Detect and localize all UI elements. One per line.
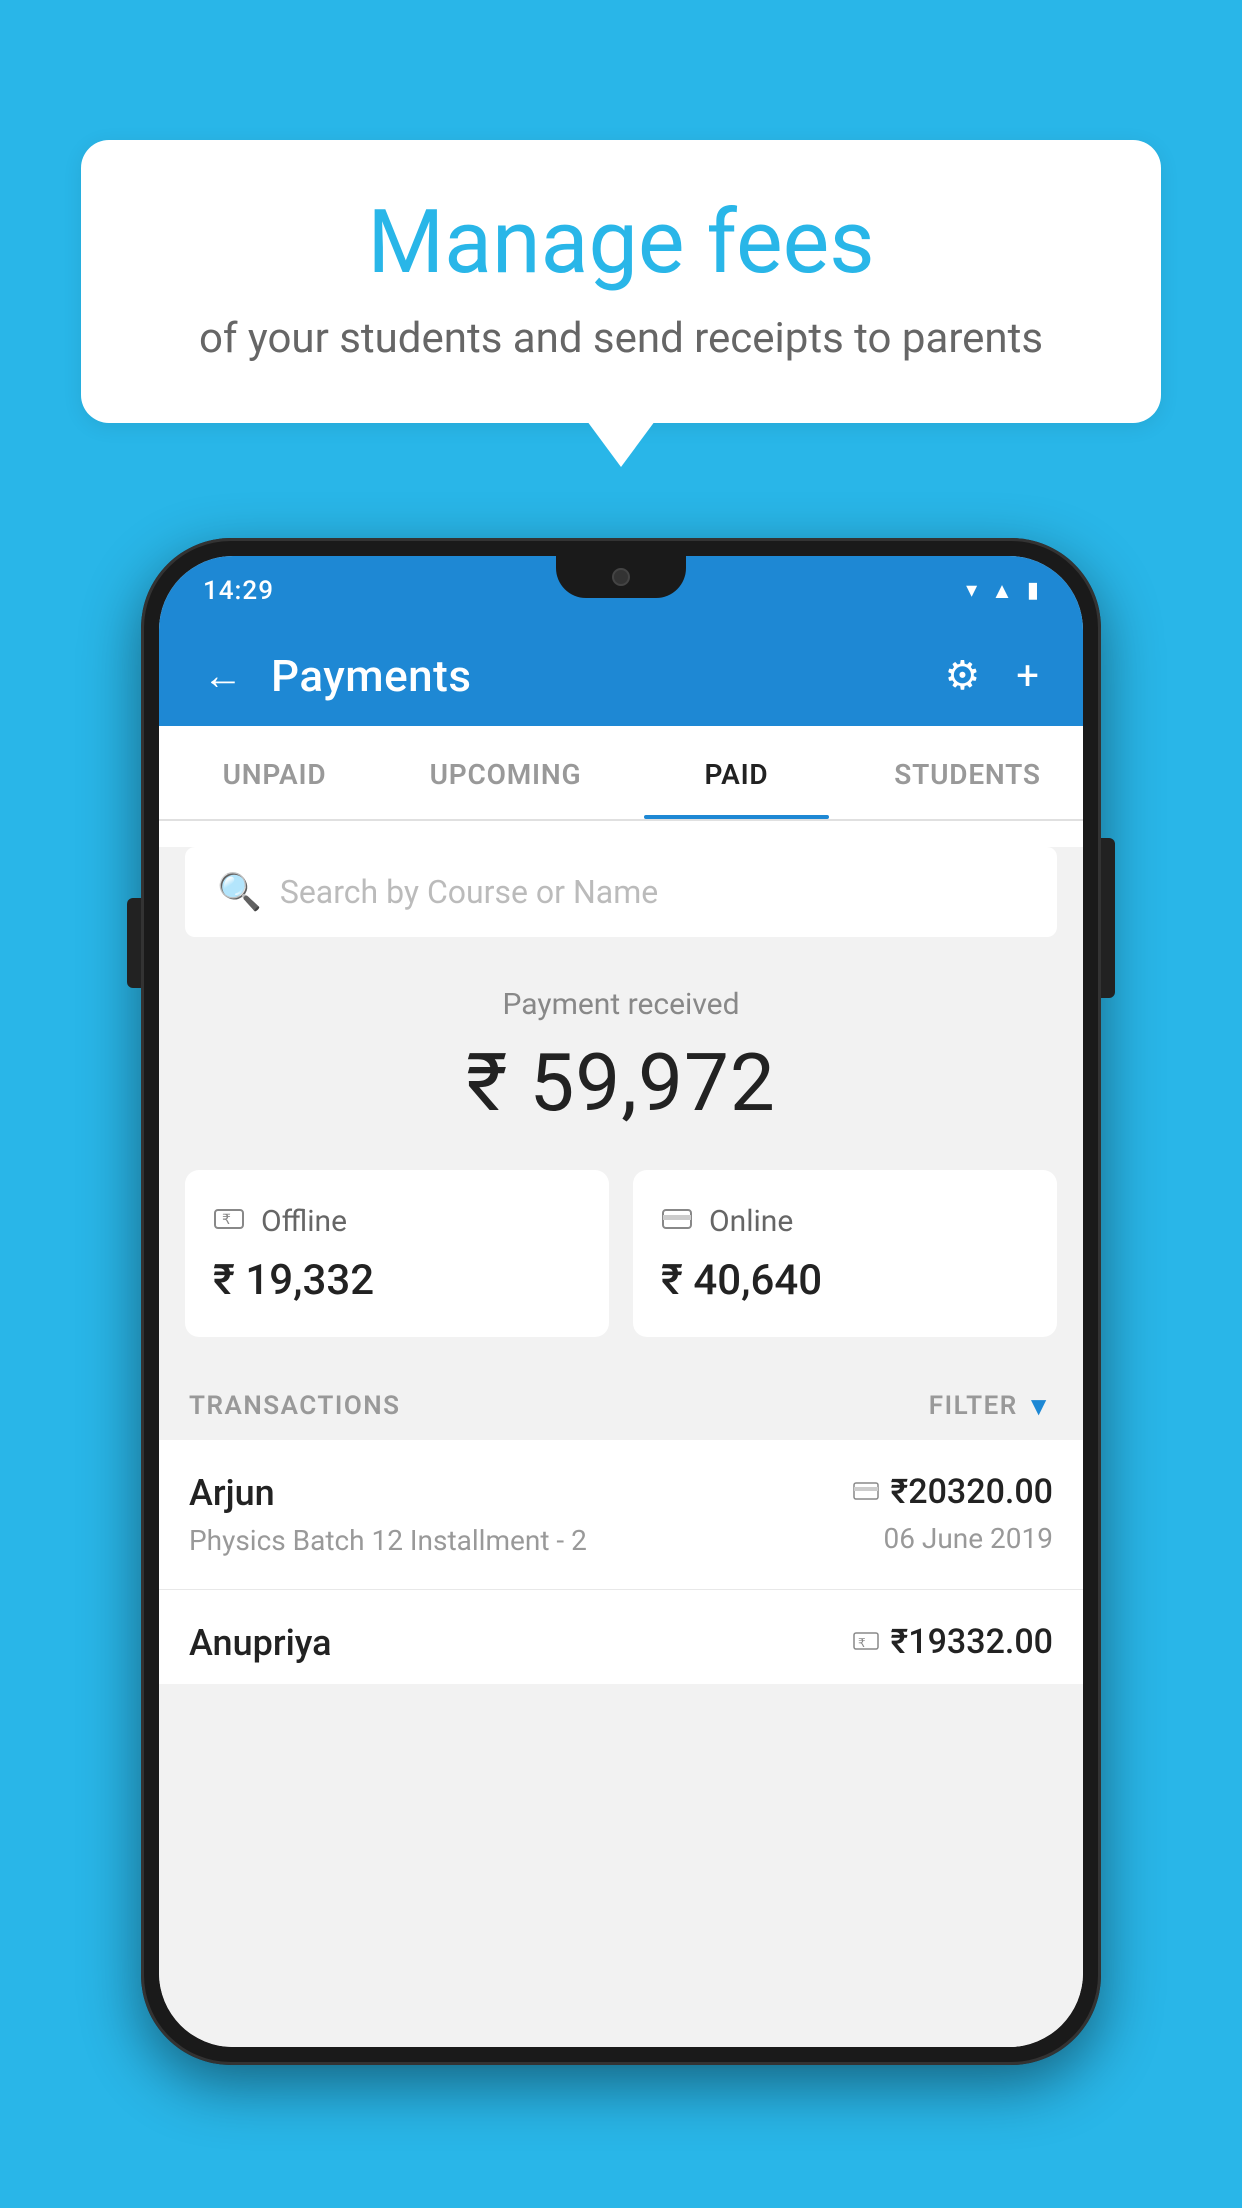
camera <box>612 568 630 586</box>
phone-wrapper: 14:29 ▾ ▲ ▮ ← Payments ⚙ + UNPAID <box>131 538 1111 2065</box>
online-card-top: Online <box>661 1202 1029 1242</box>
app-header: ← Payments ⚙ + <box>159 626 1083 726</box>
notch <box>556 556 686 598</box>
transaction-amount-2: ₹19332.00 <box>891 1622 1053 1662</box>
tab-paid[interactable]: PAID <box>621 726 852 819</box>
bubble-subtitle: of your students and send receipts to pa… <box>151 314 1091 363</box>
transaction-row-partial[interactable]: Anupriya ₹ ₹19332.00 <box>159 1590 1083 1684</box>
payment-received-amount: ₹ 59,972 <box>189 1036 1053 1130</box>
back-button[interactable]: ← <box>203 652 243 699</box>
phone-outer: 14:29 ▾ ▲ ▮ ← Payments ⚙ + UNPAID <box>141 538 1101 2065</box>
filter-button[interactable]: FILTER ▼ <box>929 1391 1053 1422</box>
tabs-bar: UNPAID UPCOMING PAID STUDENTS <box>159 726 1083 821</box>
settings-icon[interactable]: ⚙ <box>944 652 980 699</box>
search-placeholder: Search by Course or Name <box>280 873 658 911</box>
online-amount: ₹ 40,640 <box>661 1256 1029 1305</box>
search-icon: 🔍 <box>217 871 262 913</box>
online-card: Online ₹ 40,640 <box>633 1170 1057 1337</box>
header-icons: ⚙ + <box>944 652 1039 699</box>
transaction-name-2: Anupriya <box>189 1622 332 1664</box>
payment-received-section: Payment received ₹ 59,972 <box>159 937 1083 1170</box>
filter-icon: ▼ <box>1026 1391 1053 1422</box>
transaction-right-2: ₹ ₹19332.00 <box>853 1622 1053 1662</box>
transaction-left-2: Anupriya <box>189 1622 332 1664</box>
add-icon[interactable]: + <box>1016 652 1039 699</box>
transactions-header: TRANSACTIONS FILTER ▼ <box>159 1367 1083 1440</box>
offline-label: Offline <box>261 1204 347 1239</box>
wifi-icon: ▾ <box>966 578 977 603</box>
svg-text:₹: ₹ <box>222 1211 231 1227</box>
transaction-amount-row-2: ₹ ₹19332.00 <box>853 1622 1053 1662</box>
signal-icon: ▲ <box>991 578 1013 604</box>
status-icons: ▾ ▲ ▮ <box>966 578 1039 604</box>
tab-students[interactable]: STUDENTS <box>852 726 1083 819</box>
speech-bubble: Manage fees of your students and send re… <box>81 140 1161 423</box>
transaction-date: 06 June 2019 <box>883 1522 1053 1555</box>
svg-text:₹: ₹ <box>858 1636 866 1650</box>
status-time: 14:29 <box>203 576 274 606</box>
transaction-payment-icon <box>853 1475 879 1508</box>
offline-amount: ₹ 19,332 <box>213 1256 581 1305</box>
transaction-payment-icon-2: ₹ <box>853 1625 879 1658</box>
status-bar: 14:29 ▾ ▲ ▮ <box>159 556 1083 626</box>
battery-icon: ▮ <box>1027 578 1039 603</box>
transactions-label: TRANSACTIONS <box>189 1391 401 1421</box>
offline-card: ₹ Offline ₹ 19,332 <box>185 1170 609 1337</box>
bubble-title: Manage fees <box>151 195 1091 292</box>
transaction-amount: ₹20320.00 <box>891 1472 1053 1512</box>
transaction-amount-row: ₹20320.00 <box>853 1472 1053 1512</box>
payment-received-label: Payment received <box>189 987 1053 1022</box>
app-content: 🔍 Search by Course or Name Payment recei… <box>159 847 1083 2047</box>
transaction-left: Arjun Physics Batch 12 Installment - 2 <box>189 1472 587 1557</box>
transaction-name: Arjun <box>189 1472 587 1514</box>
transaction-course: Physics Batch 12 Installment - 2 <box>189 1524 587 1557</box>
tab-unpaid[interactable]: UNPAID <box>159 726 390 819</box>
tab-upcoming[interactable]: UPCOMING <box>390 726 621 819</box>
online-icon <box>661 1202 693 1242</box>
speech-bubble-wrapper: Manage fees of your students and send re… <box>0 140 1242 423</box>
search-bar[interactable]: 🔍 Search by Course or Name <box>185 847 1057 937</box>
transaction-right: ₹20320.00 06 June 2019 <box>853 1472 1053 1555</box>
offline-icon: ₹ <box>213 1202 245 1242</box>
transaction-row[interactable]: Arjun Physics Batch 12 Installment - 2 <box>159 1440 1083 1590</box>
header-title: Payments <box>271 650 916 702</box>
offline-card-top: ₹ Offline <box>213 1202 581 1242</box>
online-label: Online <box>709 1204 793 1239</box>
payment-cards: ₹ Offline ₹ 19,332 <box>185 1170 1057 1337</box>
phone-inner: 14:29 ▾ ▲ ▮ ← Payments ⚙ + UNPAID <box>159 556 1083 2047</box>
